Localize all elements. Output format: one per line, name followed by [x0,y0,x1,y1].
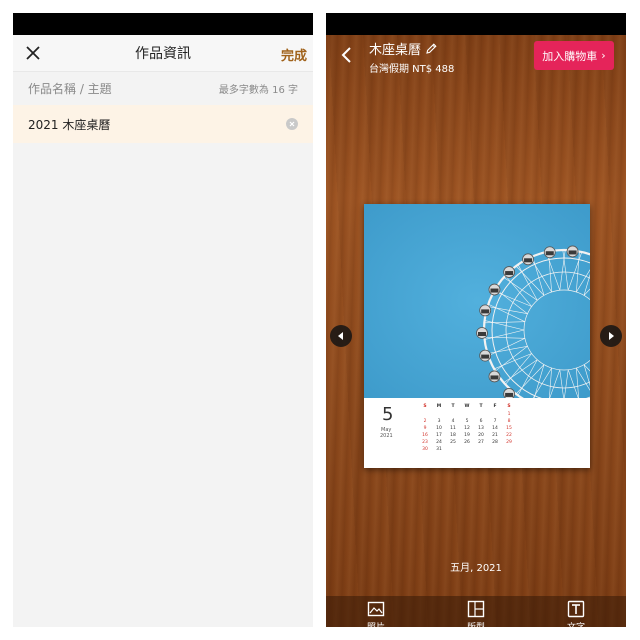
calendar-day: 28 [492,440,498,445]
calendar-day: 29 [506,440,512,445]
clear-icon [289,121,295,127]
calendar-day: 21 [492,433,498,438]
calendar-day: 27 [478,440,484,445]
calendar-day: 4 [451,419,455,424]
tool-layout-label: 版型 [426,620,526,627]
page-caption: 五月, 2021 [450,563,502,574]
next-page-button[interactable] [600,325,622,347]
calendar-day: 7 [493,419,497,424]
ferris-wheel-photo [364,204,590,398]
close-icon [26,46,40,60]
calendar-page-preview[interactable]: 5 May 2021 S M T W T F S 1 2 3 4 5 6 7 8 9 10 11 12 13 14 15 1… [364,204,590,468]
month-year: 2021 [380,433,393,439]
weekday-header: M [436,404,442,409]
title-field-label-row: 作品名稱 / 主題 最多字數為 16 字 [13,71,313,105]
calendar-day: 23 [422,440,428,445]
chevron-right-icon: › [601,49,606,62]
title-field-label: 作品名稱 / 主題 [28,82,112,96]
calendar-day: 3 [437,419,441,424]
back-button[interactable] [340,46,354,64]
editor-toolbar: 照片 版型 文字 [326,596,626,627]
calendar-photo[interactable] [364,204,590,398]
weekday-header: S [507,404,511,409]
add-to-cart-label: 加入購物車 [542,49,598,63]
triangle-right-icon [609,332,614,340]
calendar-editor-screen: 木座桌曆 台灣假期 NT$ 488 加入購物車 › 5 May 2021 S M… [326,13,626,627]
pencil-icon [426,43,437,54]
calendar-day: 13 [478,426,484,431]
weekday-header: T [479,404,483,409]
character-limit-hint: 最多字數為 16 字 [218,85,298,96]
calendar-day: 25 [450,440,456,445]
tool-text-label: 文字 [526,620,626,627]
weekday-header: T [451,404,455,409]
tool-text[interactable]: 文字 [526,596,626,627]
status-bar [326,13,626,35]
calendar-day: 20 [478,433,484,438]
calendar-day: 12 [464,426,470,431]
calendar-day: 6 [479,419,483,424]
work-info-header: 作品資訊 完成 [13,35,313,71]
previous-page-button[interactable] [330,325,352,347]
editor-header: 木座桌曆 台灣假期 NT$ 488 加入購物車 › [326,35,626,75]
edit-title-button[interactable]: 木座桌曆 [369,39,454,58]
calendar-day: 22 [506,433,512,438]
status-bar [13,13,313,35]
tool-photo-label: 照片 [326,620,426,627]
close-button[interactable] [23,43,43,63]
calendar-day: 9 [423,426,427,431]
title-input-row [13,105,313,143]
calendar-day: 19 [464,433,470,438]
text-icon [567,600,585,618]
calendar-day: 2 [423,419,427,424]
calendar-day: 5 [465,419,469,424]
product-title: 木座桌曆 [369,43,422,58]
product-price: 台灣假期 NT$ 488 [369,64,455,75]
calendar-day: 10 [436,426,442,431]
layout-icon [467,600,485,618]
tool-layout[interactable]: 版型 [426,596,526,627]
page-title: 作品資訊 [135,46,191,62]
calendar-day: 14 [492,426,498,431]
weekday-header: S [423,404,427,409]
title-input[interactable] [28,117,248,131]
calendar-day: 16 [422,433,428,438]
weekday-header: W [464,404,470,409]
weekday-header: F [493,404,497,409]
chevron-left-icon [341,47,351,63]
calendar-day: 11 [450,426,456,431]
calendar-grid-area: 5 May 2021 S M T W T F S 1 2 3 4 5 6 7 8 9 10 11 12 13 14 15 1… [364,398,590,468]
calendar-day: 15 [506,426,512,431]
calendar-day: 26 [464,440,470,445]
add-to-cart-button[interactable]: 加入購物車 › [534,41,614,70]
triangle-left-icon [338,332,343,340]
calendar-day: 8 [507,419,511,424]
calendar-day: 24 [436,440,442,445]
tool-photo[interactable]: 照片 [326,596,426,627]
clear-input-button[interactable] [286,118,298,130]
calendar-day: 1 [507,412,511,417]
product-title-block: 木座桌曆 台灣假期 NT$ 488 [369,39,454,75]
done-button[interactable]: 完成 [281,45,307,64]
calendar-day: 17 [436,433,442,438]
photo-icon [367,601,385,617]
calendar-day: 18 [450,433,456,438]
calendar-day: 30 [422,447,428,452]
calendar-day: 31 [436,447,442,452]
work-info-screen: 作品資訊 完成 作品名稱 / 主題 最多字數為 16 字 [13,13,313,627]
month-number: 5 [382,404,394,425]
